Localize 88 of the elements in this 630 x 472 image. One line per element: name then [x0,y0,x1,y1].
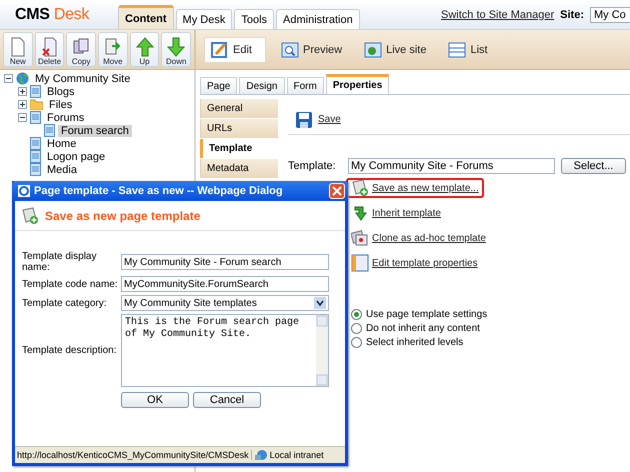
side-menu-item[interactable]: General [200,99,278,118]
doc-icon [30,111,41,124]
template-add-icon [21,206,39,224]
side-menu-item[interactable]: URLs [200,119,278,138]
status-url: http://localhost/KenticoCMS_MyCommunitySite/CMSDesk [15,450,252,460]
radio-button[interactable] [351,309,362,320]
view-button[interactable]: Preview [274,36,350,62]
pencil-icon [211,40,229,58]
tree-item[interactable]: Files [46,98,76,110]
site-label: Site: [560,8,584,20]
doc-icon [30,137,41,150]
nav-tab[interactable]: Content [118,5,174,29]
template-field[interactable]: My Community Site - Forums [348,158,555,174]
dialog-title: Page template - Save as new -- Webpage Dialog [34,185,284,197]
collapse-icon[interactable] [18,113,27,122]
nav-tab[interactable]: My Desk [176,9,232,29]
field-label: Template display name: [22,251,98,273]
delete-icon [40,37,58,57]
page-tab[interactable]: Page [200,77,238,94]
radio-button[interactable] [351,323,362,334]
expand-icon[interactable] [18,100,27,109]
folder-icon [30,99,43,110]
dialog-button[interactable]: OK [121,392,189,408]
collapse-icon[interactable] [4,74,13,83]
view-button[interactable]: Live site [357,36,434,62]
radio-label: Select inherited levels [366,337,464,348]
template-action-link[interactable]: Save as new template... [346,178,484,198]
page-icon [8,37,27,57]
toolbar-button[interactable]: Copy [66,32,96,67]
scrollbar-icon [316,315,328,386]
panel-icon [351,254,369,272]
template-action-link[interactable]: Edit template properties [346,253,483,273]
template-action-link[interactable]: Inherit template [346,203,446,223]
radio-button[interactable] [351,337,362,348]
doc-icon [30,163,41,176]
view-button[interactable]: Edit [204,36,266,62]
side-menu-item[interactable]: Metadata [200,159,278,178]
text-field[interactable]: My Community Site - Forum search [121,254,329,270]
doc-icon [30,150,41,163]
page-tab[interactable]: Properties [326,74,390,94]
template-label: Template: [288,160,337,172]
radio-label: Do not inherit any content [366,323,480,334]
nav-tab[interactable]: Administration [276,9,360,29]
radio-label: Use page template settings [366,309,488,320]
up-arrow-icon [136,37,154,57]
text-field[interactable]: MyCommunitySite.ForumSearch [121,276,329,292]
magnifier-icon [281,40,299,58]
tree-item[interactable]: Blogs [44,86,78,98]
description-textarea[interactable]: This is the Forum search page of My Community Site. [121,314,329,387]
template-action-link[interactable]: Clone as ad-hoc template [346,228,491,248]
category-dropdown[interactable]: My Community Site templates [121,295,329,311]
dialog-heading: Save as new page template [45,208,200,222]
template-add-icon [351,179,369,197]
site-dropdown[interactable]: My Co [590,6,630,22]
save-link[interactable]: Save [318,114,341,125]
toolbar-button[interactable]: Move [98,32,128,67]
tree-item[interactable]: Home [44,138,80,150]
toolbar-button[interactable]: New [3,32,33,67]
zone-label: Local intranet [270,450,324,460]
toolbar-button[interactable]: Down [161,32,192,67]
tree-item[interactable]: Media [44,164,80,176]
toolbar-button[interactable]: Delete [34,32,64,67]
down-arrow-icon [167,37,186,57]
tree-item[interactable]: Forum search [58,124,132,136]
nav-tab[interactable]: Tools [234,9,274,29]
page-tab[interactable]: Form [286,77,324,94]
tree-item[interactable]: My Community Site [32,72,134,84]
doc-icon [30,85,41,98]
toolbar-button[interactable]: Up [130,32,160,67]
dialog-button[interactable]: Cancel [193,392,261,408]
switch-site-manager-link[interactable]: Switch to Site Manager [441,8,554,20]
doc-icon [44,124,55,137]
move-icon [104,37,122,57]
tree-item[interactable]: Logon page [44,150,108,162]
browser-icon [18,185,30,197]
list-icon [448,40,466,58]
cms-desk-logo: CMS Desk [15,6,90,24]
field-label: Template description: [22,345,118,356]
field-label: Template category: [22,298,108,308]
close-icon [332,186,342,196]
clone-icon [351,229,369,247]
page-tab[interactable]: Design [239,77,284,94]
tree-item[interactable]: Forums [44,112,88,124]
select-button[interactable]: Select... [561,158,626,174]
expand-icon[interactable] [18,87,27,96]
field-label: Template code name: [22,278,119,290]
view-button[interactable]: List [441,36,504,62]
close-button[interactable] [329,183,345,199]
